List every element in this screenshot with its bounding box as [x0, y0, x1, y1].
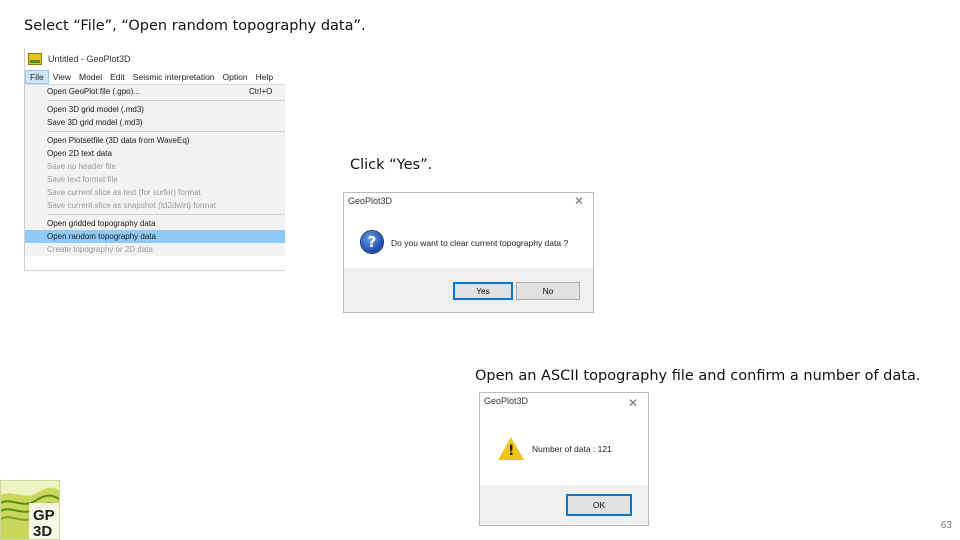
menu-item-label: Open 3D grid model (.md3): [47, 105, 144, 114]
menu-item-label: Save text format file: [47, 175, 118, 184]
menu-item-open-plotsetfile-3d-data-from-waveeq[interactable]: Open Plotsetfile (3D data from WaveEq): [25, 134, 285, 147]
menu-item-open-2d-text-data[interactable]: Open 2D text data: [25, 147, 285, 160]
menu-separator: [47, 100, 285, 101]
menu-item-save-no-header-file: Save no header file: [25, 160, 285, 173]
question-icon: ?: [361, 231, 383, 253]
menu-item-label: Open random topography data: [47, 232, 156, 241]
logo-text-3d: 3D: [33, 523, 52, 539]
dialog-title: GeoPlot3D: [484, 396, 529, 406]
dialog-message: Number of data : 121: [532, 444, 612, 454]
dialog-footer: OK: [480, 485, 648, 525]
dialog-footer: Yes No: [344, 268, 593, 312]
menu-model[interactable]: Model: [75, 70, 106, 84]
menu-item-shortcut: Ctrl+O: [249, 87, 273, 96]
menu-edit[interactable]: Edit: [106, 70, 129, 84]
close-icon[interactable]: ✕: [628, 396, 638, 410]
app-icon: [28, 53, 42, 65]
yes-button[interactable]: Yes: [453, 282, 513, 300]
menu-separator: [47, 131, 285, 132]
menu-item-open-gridded-topography-data[interactable]: Open gridded topography data: [25, 217, 285, 230]
menu-item-label: Create topography or 2D data: [47, 245, 153, 254]
menu-item-label: Open GeoPlot file (.gpo)...: [47, 87, 140, 96]
menu-separator: [47, 214, 285, 215]
menu-view[interactable]: View: [49, 70, 75, 84]
menu-bar: File View Model Edit Seismic interpretation O…: [25, 70, 285, 84]
caption-step1: Select “File”, “Open random topography d…: [24, 18, 366, 34]
menu-item-label: Save 3D grid model (.md3): [47, 118, 143, 127]
menu-option[interactable]: Option: [219, 70, 252, 84]
menu-item-save-3d-grid-model-md3[interactable]: Save 3D grid model (.md3): [25, 116, 285, 129]
menu-item-label: Save current slice as snapshot (td2dwin)…: [47, 201, 216, 210]
menu-seismic-interpretation[interactable]: Seismic interpretation: [129, 70, 219, 84]
menu-item-label: Open gridded topography data: [47, 219, 156, 228]
ok-button[interactable]: OK: [566, 494, 632, 516]
page-number: 63: [940, 520, 952, 531]
menu-help[interactable]: Help: [252, 70, 277, 84]
dialog-message: Do you want to clear current topography …: [391, 238, 569, 248]
menu-item-label: Open 2D text data: [47, 149, 112, 158]
menu-item-open-geoplot-file-gpo[interactable]: Open GeoPlot file (.gpo)... Ctrl+O: [25, 85, 285, 98]
menu-item-save-current-slice-as-text-for-surfer-format: Save current slice as text (for surfer) …: [25, 186, 285, 199]
no-button[interactable]: No: [516, 282, 580, 300]
menu-item-label: Open Plotsetfile (3D data from WaveEq): [47, 136, 190, 145]
menu-item-create-topography-or-2d-data: Create topography or 2D data: [25, 243, 285, 256]
file-menu-dropdown: Open GeoPlot file (.gpo)... Ctrl+O Open 3D…: [25, 84, 285, 256]
menu-item-label: Save no header file: [47, 162, 116, 171]
menu-item-open-random-topography-data[interactable]: Open random topography data: [25, 230, 285, 243]
close-icon[interactable]: ✕: [574, 194, 584, 208]
window-title: Untitled - GeoPlot3D: [48, 54, 131, 64]
dialog-title: GeoPlot3D: [348, 196, 393, 206]
info-dialog: GeoPlot3D ✕ ! Number of data : 121 OK: [479, 392, 649, 526]
caption-step3: Open an ASCII topography file and confir…: [475, 368, 921, 384]
menu-item-label: Save current slice as text (for surfer) …: [47, 188, 201, 197]
menu-item-save-text-format-file: Save text format file: [25, 173, 285, 186]
menu-item-open-3d-grid-model-md3[interactable]: Open 3D grid model (.md3): [25, 103, 285, 116]
menu-file[interactable]: File: [25, 70, 49, 84]
caption-step2: Click “Yes”.: [350, 157, 433, 173]
logo-text-gp: GP: [33, 507, 55, 524]
topography-logo-icon: GP 3D: [1, 481, 59, 539]
app-window-screenshot: Untitled - GeoPlot3D File View Model Edit Se…: [24, 48, 285, 271]
confirm-dialog: GeoPlot3D ✕ ? Do you want to clear curre…: [343, 192, 594, 313]
gp3d-logo: GP 3D: [0, 480, 60, 540]
window-titlebar: Untitled - GeoPlot3D: [25, 48, 285, 70]
menu-item-save-current-slice-as-snapshot-td2dwin-format: Save current slice as snapshot (td2dwin)…: [25, 199, 285, 212]
